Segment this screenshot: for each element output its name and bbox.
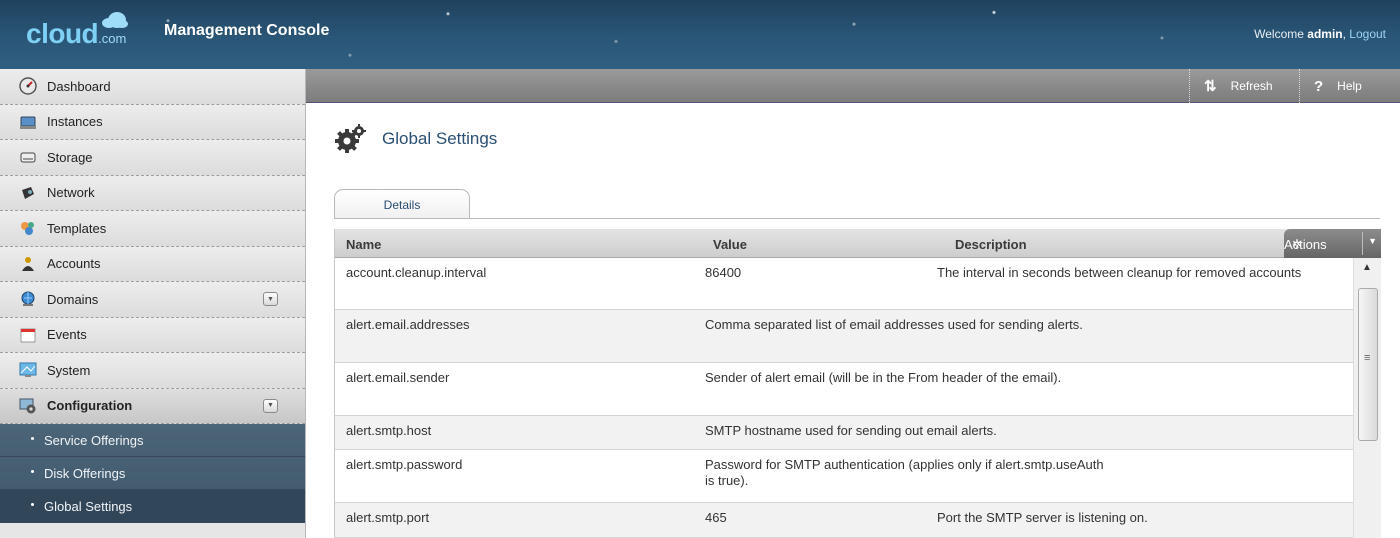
grid-header: Name Value Description ✲ Actions ▼ <box>335 229 1381 258</box>
setting-name: alert.smtp.host <box>346 423 432 438</box>
sidebar-item-events[interactable]: Events <box>0 317 305 353</box>
setting-description: Port the SMTP server is listening on. <box>937 510 1148 525</box>
domains-icon <box>18 290 38 308</box>
brand-name: cloud <box>26 18 99 49</box>
help-icon: ? <box>1314 77 1324 95</box>
sidebar-item-label: Templates <box>47 220 107 236</box>
sidebar-item-label: Network <box>47 185 95 201</box>
sidebar-item-dashboard[interactable]: Dashboard <box>0 69 305 105</box>
setting-value: 86400 <box>705 265 742 280</box>
storage-icon <box>18 148 38 166</box>
settings-grid: Name Value Description ✲ Actions ▼ accou… <box>334 229 1381 538</box>
sidebar-item-label: Instances <box>47 114 103 130</box>
settings-gears-icon <box>335 124 366 153</box>
tab-divider <box>334 218 1380 219</box>
cloud-icon <box>102 12 129 28</box>
setting-name: alert.smtp.password <box>346 457 463 472</box>
sidebar-item-accounts[interactable]: Accounts <box>0 246 305 282</box>
templates-icon <box>18 219 38 237</box>
table-row[interactable]: account.cleanup.interval 86400 The inter… <box>335 258 1353 310</box>
help-button[interactable]: ? Help <box>1299 69 1400 103</box>
cloud-logo: cloud .com <box>26 10 129 50</box>
sidebar-item-label: System <box>47 362 91 378</box>
scroll-up-arrow-icon[interactable]: ▲ <box>1362 262 1372 273</box>
setting-description: Sender of alert email (will be in the Fr… <box>705 370 1062 385</box>
sidebar-item-label: Dashboard <box>47 78 111 94</box>
actions-button[interactable]: ✲ Actions ▼ <box>1284 229 1381 258</box>
dashboard-icon <box>18 77 38 95</box>
sidebar-item-label: Accounts <box>47 256 101 272</box>
setting-name: alert.email.sender <box>346 370 450 385</box>
table-row[interactable]: alert.smtp.password Password for SMTP au… <box>335 450 1353 503</box>
sidebar-item-storage[interactable]: Storage <box>0 140 305 176</box>
system-icon <box>18 361 38 379</box>
main-content: Global Settings Details Name Value Descr… <box>306 103 1400 538</box>
sidebar-item-templates[interactable]: Templates <box>0 211 305 247</box>
setting-value: 465 <box>705 510 727 525</box>
page-heading: Global Settings <box>334 123 497 155</box>
setting-name: account.cleanup.interval <box>346 265 487 280</box>
sidebar-item-label: Domains <box>47 291 99 307</box>
submenu-item-global-settings[interactable]: Global Settings <box>0 490 305 523</box>
column-header-description[interactable]: Description <box>955 237 1027 252</box>
setting-description: SMTP hostname used for sending out email… <box>705 423 997 438</box>
welcome-text: Welcome <box>1254 27 1308 41</box>
sidebar-item-configuration[interactable]: Configuration ▼ <box>0 388 305 424</box>
events-icon <box>18 326 38 344</box>
sidebar-item-label: Events <box>47 327 87 343</box>
setting-name: alert.smtp.port <box>346 510 430 525</box>
instances-icon <box>18 113 38 131</box>
table-row[interactable]: alert.email.addresses Comma separated li… <box>335 310 1353 363</box>
sidebar-item-system[interactable]: System <box>0 353 305 389</box>
brand-suffix: .com <box>98 12 129 46</box>
table-row[interactable]: alert.smtp.port 465 Port the SMTP server… <box>335 503 1353 538</box>
help-label: Help <box>1337 79 1362 93</box>
app-header: cloud .com Management Console Welcome ad… <box>0 0 1400 69</box>
username: admin <box>1307 27 1343 41</box>
configuration-submenu: Service Offerings Disk Offerings Global … <box>0 424 305 523</box>
welcome-bar: Welcome admin, Logout <box>1254 27 1386 41</box>
sidebar-item-label: Storage <box>47 149 93 165</box>
grid-rows: account.cleanup.interval 86400 The inter… <box>335 258 1353 538</box>
chevron-down-icon: ▼ <box>1368 236 1377 246</box>
scrollbar-thumb[interactable]: ≡ <box>1358 288 1378 441</box>
configuration-expand-button[interactable]: ▼ <box>263 398 278 413</box>
sidebar-item-network[interactable]: Network <box>0 175 305 211</box>
toolbar: ⇅ Refresh ? Help <box>306 69 1400 103</box>
logout-link[interactable]: Logout <box>1349 27 1386 41</box>
submenu-item-service-offerings[interactable]: Service Offerings <box>0 424 305 457</box>
column-header-value[interactable]: Value <box>713 237 747 252</box>
sidebar-item-instances[interactable]: Instances <box>0 104 305 140</box>
vertical-scrollbar[interactable]: ▲ ≡ <box>1353 258 1381 538</box>
console-title: Management Console <box>164 22 330 39</box>
refresh-icon: ⇅ <box>1204 78 1217 95</box>
refresh-button[interactable]: ⇅ Refresh <box>1189 69 1299 103</box>
domains-expand-button[interactable]: ▼ <box>263 292 278 307</box>
configuration-icon <box>18 397 38 415</box>
actions-label: Actions <box>1284 237 1327 252</box>
page-title: Global Settings <box>382 129 498 148</box>
submenu-item-disk-offerings[interactable]: Disk Offerings <box>0 457 305 490</box>
table-row[interactable]: alert.smtp.host SMTP hostname used for s… <box>335 416 1353 450</box>
setting-description: The interval in seconds between cleanup … <box>937 265 1302 280</box>
accounts-icon <box>18 255 38 273</box>
sidebar: Dashboard Instances Storage Network Temp… <box>0 69 306 538</box>
sidebar-item-label: Configuration <box>47 398 133 414</box>
column-header-name[interactable]: Name <box>346 237 381 252</box>
refresh-label: Refresh <box>1230 79 1273 93</box>
table-row[interactable]: alert.email.sender Sender of alert email… <box>335 363 1353 416</box>
sidebar-item-domains[interactable]: Domains ▼ <box>0 282 305 318</box>
tab-details[interactable]: Details <box>334 189 470 219</box>
setting-name: alert.email.addresses <box>346 317 470 332</box>
setting-description: Password for SMTP authentication (applie… <box>705 457 1104 488</box>
setting-description: Comma separated list of email addresses … <box>705 317 1083 332</box>
network-icon <box>18 184 38 202</box>
